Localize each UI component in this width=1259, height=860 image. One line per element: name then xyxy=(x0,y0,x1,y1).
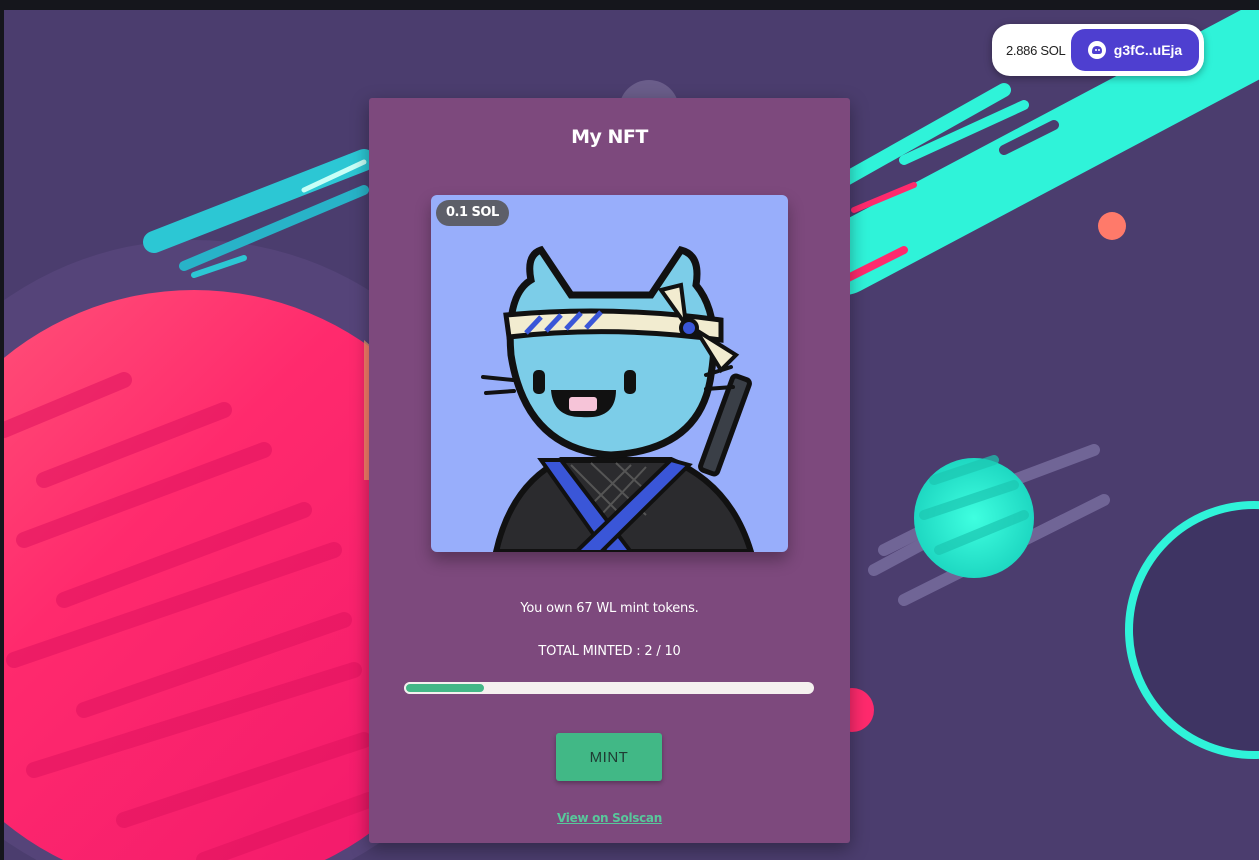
app-viewport: 2.886 SOL g3fC..uEja My NFT 0.1 SOL You … xyxy=(0,0,1259,860)
card-title: My NFT xyxy=(571,126,648,148)
wallet-widget: 2.886 SOL g3fC..uEja xyxy=(992,24,1204,76)
wallet-balance: 2.886 SOL xyxy=(1006,42,1066,58)
mint-progress-bar xyxy=(404,682,814,694)
view-on-solscan-link[interactable]: View on Solscan xyxy=(557,811,662,825)
price-badge: 0.1 SOL xyxy=(436,200,509,226)
mint-progress-fill xyxy=(404,682,486,694)
mint-button[interactable]: MINT xyxy=(556,733,662,781)
phantom-ghost-icon xyxy=(1087,41,1106,59)
solscan-link-container: View on Solscan xyxy=(369,807,850,826)
nft-image: 0.1 SOL xyxy=(431,195,788,552)
nft-card: My NFT 0.1 SOL You own 67 WL mint tokens… xyxy=(369,98,850,843)
ninja-cat-illustration xyxy=(481,245,755,552)
wallet-address-button[interactable]: g3fC..uEja xyxy=(1071,29,1199,71)
wl-token-count: You own 67 WL mint tokens. xyxy=(520,601,699,616)
total-minted-label: TOTAL MINTED : 2 / 10 xyxy=(538,644,681,659)
wallet-address: g3fC..uEja xyxy=(1113,42,1183,58)
